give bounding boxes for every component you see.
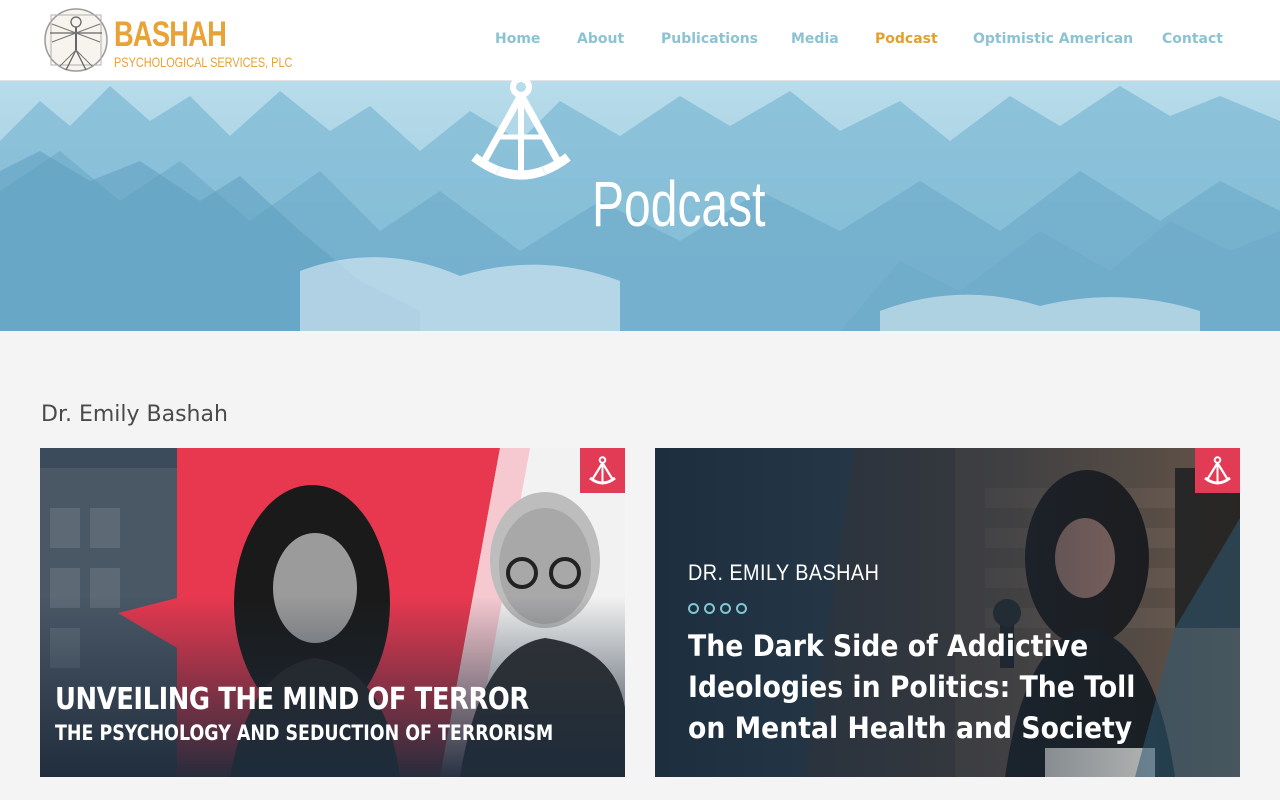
sextant-icon [589,456,616,485]
nav-optimistic-american[interactable]: Optimistic American [973,31,1133,47]
podcast-card-addictive-ideologies[interactable]: DR. EMILY BASHAH The Dark Side of Addict… [655,448,1240,777]
badge-icon [580,448,625,493]
badge-icon [1195,448,1240,493]
episode-title: The Dark Side of Addictive Ideologies in… [688,629,1136,745]
section-heading: Dr. Emily Bashah [41,402,228,427]
podcast-card-terror[interactable]: UNVEILING THE MIND OF TERROR THE PSYCHOL… [40,448,625,777]
nav-contact[interactable]: Contact [1162,31,1223,47]
sextant-icon [1204,456,1231,485]
dot-icon [704,603,715,614]
brand-subtitle: PSYCHOLOGICAL SERVICES, PLC [114,54,293,70]
nav-home[interactable]: Home [495,31,540,47]
nav-podcast[interactable]: Podcast [875,31,938,47]
dot-icon [720,603,731,614]
episode-title: UNVEILING THE MIND OF TERROR [55,682,529,717]
episode-host: DR. EMILY BASHAH [688,560,880,585]
dot-icon [736,603,747,614]
episode-subtitle: THE PSYCHOLOGY AND SEDUCTION OF TERRORIS… [55,721,554,745]
decorative-dots [688,599,752,618]
dot-icon [688,603,699,614]
main-nav: Home About Publications Media Podcast Op… [0,31,1280,51]
sextant-icon [471,76,571,180]
page-title: Podcast [592,168,766,240]
site-header: BASHAH PSYCHOLOGICAL SERVICES, PLC Home … [0,0,1280,81]
nav-media[interactable]: Media [791,31,839,47]
nav-publications[interactable]: Publications [661,31,758,47]
nav-about[interactable]: About [577,31,624,47]
